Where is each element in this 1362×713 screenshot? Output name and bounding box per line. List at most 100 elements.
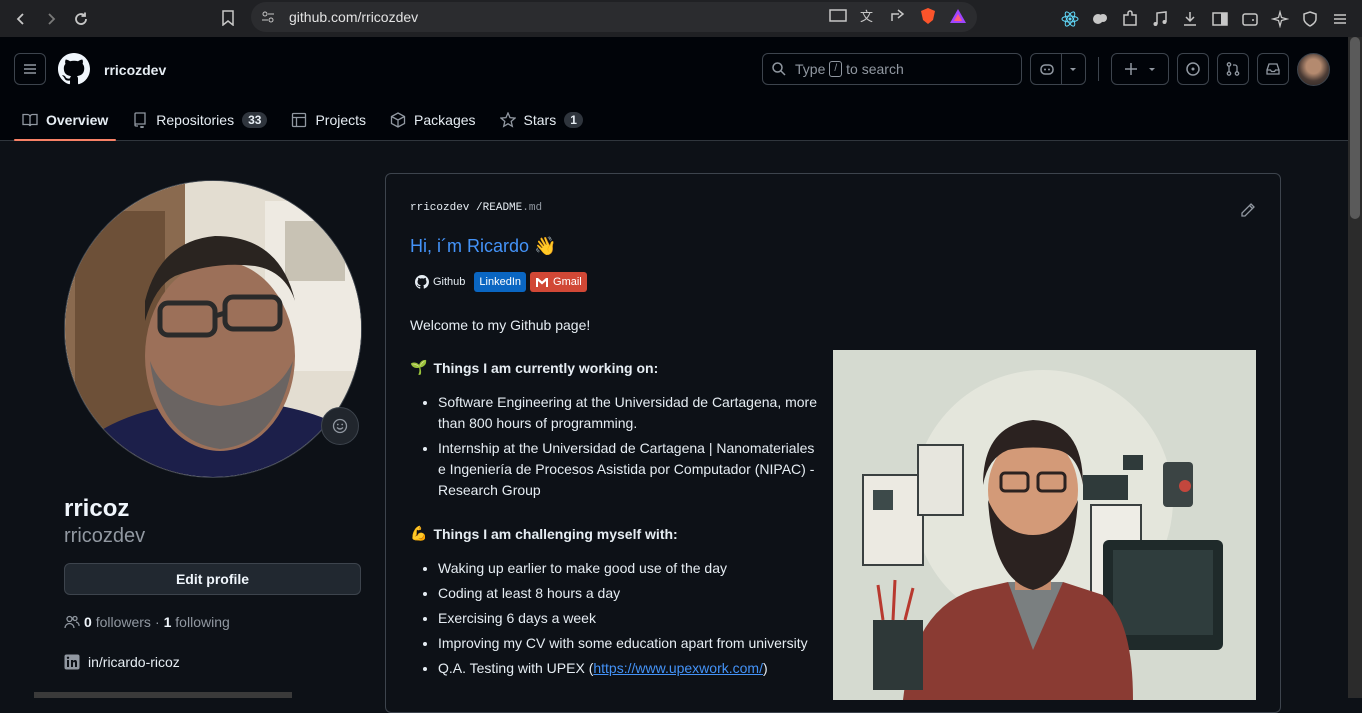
github-badge[interactable]: Github [410,272,471,292]
following-link[interactable]: 1 following [164,614,230,630]
linkedin-social-link[interactable]: in/ricardo-ricoz [64,654,180,670]
reload-icon[interactable] [66,4,96,34]
working-on-list: Software Engineering at the Universidad … [438,392,818,505]
followers-count: 0 [84,614,92,630]
plus-icon [1123,61,1139,77]
gmail-badge-label: Gmail [553,276,582,288]
edit-profile-button[interactable]: Edit profile [64,563,361,595]
address-bar[interactable]: github.com/rricozdev 文 [251,2,977,32]
browser-menu-icon[interactable] [1328,7,1352,31]
github-header: rricozdev Type / to search Overview Repo… [0,37,1348,141]
following-count: 1 [163,614,172,630]
list-item: Q.A. Testing with UPEX (https://www.upex… [438,658,818,679]
readme-path-user[interactable]: rricozdev [410,202,469,214]
pencil-icon[interactable] [1240,202,1256,218]
inbox-button[interactable] [1257,53,1289,85]
chevron-down-icon [1147,64,1157,74]
leo-ai-icon[interactable] [1268,7,1292,31]
smiley-icon [332,418,348,434]
linkedin-handle: in/ricardo-ricoz [88,654,180,670]
scrollbar-thumb[interactable] [1350,37,1360,219]
working-on-title: Things I am currently working on: [433,359,659,376]
site-settings-icon[interactable] [261,10,275,24]
following-label: following [175,614,230,630]
tab-label: Projects [315,112,367,128]
forward-icon[interactable] [36,4,66,34]
readme-path-file[interactable]: README [483,202,523,214]
set-status-button[interactable] [321,407,359,445]
list-item: Software Engineering at the Universidad … [438,392,818,434]
list-item: Exercising 6 days a week [438,608,818,629]
svg-text:文: 文 [860,10,873,24]
tab-overview[interactable]: Overview [14,99,117,141]
repositories-count: 33 [242,112,268,128]
tab-packages[interactable]: Packages [382,99,483,141]
readme-path: rricozdev /README.md [410,202,542,214]
create-new-button[interactable] [1111,53,1169,85]
search-input[interactable]: Type / to search [762,53,1022,85]
search-placeholder-prefix: Type [795,61,826,77]
tab-label: Packages [414,112,476,128]
horizontal-scrollbar[interactable] [34,692,292,698]
tab-label: Repositories [156,112,235,128]
react-devtools-icon[interactable] [1058,7,1082,31]
tab-repositories[interactable]: Repositories 33 [124,99,275,141]
sidebar-icon[interactable] [1208,7,1232,31]
profile-avatar[interactable] [64,180,362,478]
translate-icon[interactable]: 文 [859,8,877,24]
vertical-scrollbar[interactable] [1348,37,1362,698]
separator: · [154,614,160,630]
bookmark-icon[interactable] [213,3,243,33]
github-logo-icon[interactable] [58,53,90,85]
url-text[interactable]: github.com/rricozdev [289,9,418,25]
wallet-icon[interactable] [1238,7,1262,31]
upex-suffix: ) [762,660,768,676]
followers-label: followers [95,614,151,630]
readme-heading[interactable]: Hi, i´m Ricardo 👋 [410,236,556,257]
followers-link[interactable]: 0 followers [84,614,151,630]
cast-icon[interactable] [829,8,847,24]
package-icon [390,112,406,128]
gmail-badge[interactable]: Gmail [530,272,587,292]
linkedin-badge[interactable]: LinkedIn [474,272,527,292]
working-on-heading: 🌱 Things I am currently working on: [410,359,658,376]
list-item: Waking up earlier to make good use of th… [438,558,818,579]
badge-row: Github LinkedIn Gmail [410,272,587,292]
download-icon[interactable] [1178,7,1202,31]
upex-link[interactable]: https://www.upexwork.com/ [593,660,763,676]
issues-button[interactable] [1177,53,1209,85]
readme-path-sep: / [476,202,483,214]
back-icon[interactable] [6,4,36,34]
tab-label: Overview [46,112,109,128]
copilot-button[interactable] [1030,53,1086,85]
brave-rewards-icon[interactable] [949,7,967,25]
challenges-list: Waking up earlier to make good use of th… [438,558,818,683]
tab-projects[interactable]: Projects [283,99,374,141]
copilot-icon [1039,61,1055,77]
tab-label: Stars [523,112,557,128]
developer-illustration [833,350,1256,700]
extension-cloud-icon[interactable] [1088,7,1112,31]
brave-shield-icon[interactable] [919,7,937,25]
chevron-down-icon[interactable] [1068,64,1078,74]
tab-stars[interactable]: Stars 1 [492,99,591,141]
share-icon[interactable] [889,8,907,24]
user-avatar[interactable] [1297,53,1330,86]
vpn-shield-icon[interactable] [1298,7,1322,31]
table-icon [291,112,307,128]
linkedin-badge-label: LinkedIn [479,276,522,288]
search-placeholder-suffix: to search [846,61,904,77]
header-username[interactable]: rricozdev [104,62,166,78]
global-menu-button[interactable] [14,53,46,85]
extensions-puzzle-icon[interactable] [1118,7,1142,31]
flexed-bicep-emoji: 💪 [410,525,428,541]
follow-stats: 0 followers · 1 following [64,614,230,630]
search-icon [771,61,787,77]
pull-requests-button[interactable] [1217,53,1249,85]
welcome-text: Welcome to my Github page! [410,317,591,333]
gmail-icon [535,277,549,288]
browser-toolbar: github.com/rricozdev 文 [0,0,1362,37]
music-icon[interactable] [1148,7,1172,31]
profile-display-name: rricoz [64,495,130,522]
search-shortcut-key: / [829,61,843,77]
